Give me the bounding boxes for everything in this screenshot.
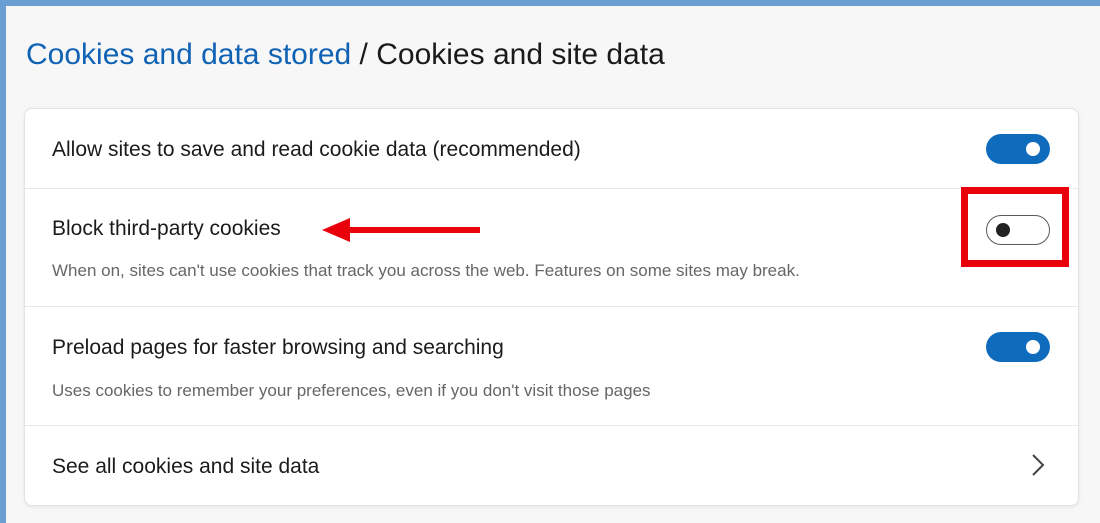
allow-cookies-toggle[interactable] xyxy=(986,134,1050,164)
window-frame-left xyxy=(0,0,6,523)
setting-description-block-third-party: When on, sites can't use cookies that tr… xyxy=(52,261,800,280)
breadcrumb-separator: / xyxy=(351,38,377,71)
setting-label-block-third-party: Block third-party cookies xyxy=(52,217,281,240)
preload-pages-toggle[interactable] xyxy=(986,332,1050,362)
setting-label-preload-pages: Preload pages for faster browsing and se… xyxy=(52,336,504,359)
setting-label-see-all-cookies: See all cookies and site data xyxy=(52,455,320,478)
annotation-highlight-box xyxy=(961,187,1069,267)
toggle-knob xyxy=(1026,142,1040,156)
window-frame-top xyxy=(0,0,1100,6)
breadcrumb-current: Cookies and site data xyxy=(376,38,665,71)
setting-row-block-third-party: Block third-party cookies When on, sites… xyxy=(25,189,1078,306)
annotation-arrow-icon xyxy=(322,218,480,242)
setting-label-allow-cookies: Allow sites to save and read cookie data… xyxy=(52,138,581,161)
setting-row-allow-cookies: Allow sites to save and read cookie data… xyxy=(25,109,1078,188)
toggle-knob xyxy=(1026,340,1040,354)
page-title: Cookies and data stored / Cookies and si… xyxy=(26,38,665,72)
settings-card: Allow sites to save and read cookie data… xyxy=(24,108,1079,506)
chevron-right-icon[interactable] xyxy=(1030,452,1046,478)
setting-row-preload-pages: Preload pages for faster browsing and se… xyxy=(25,307,1078,425)
setting-description-preload-pages: Uses cookies to remember your preference… xyxy=(52,381,651,400)
breadcrumb-parent-link[interactable]: Cookies and data stored xyxy=(26,38,351,71)
see-all-cookies-link[interactable]: See all cookies and site data xyxy=(25,426,1078,505)
